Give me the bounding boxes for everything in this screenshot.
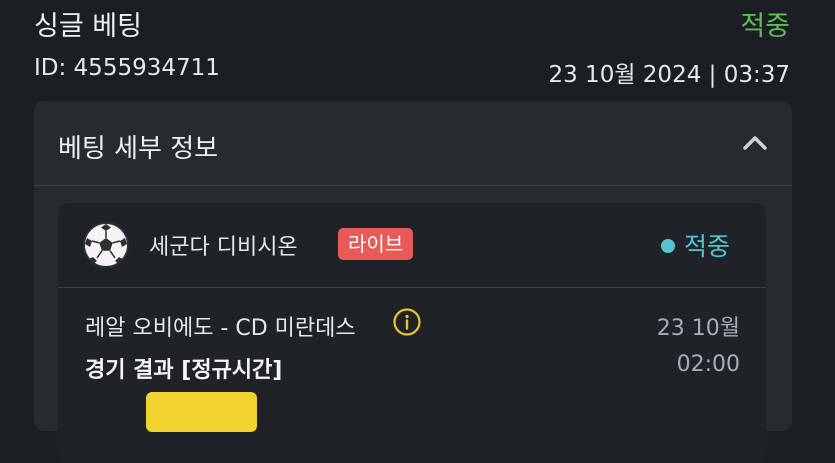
- result-dot-icon: [661, 239, 675, 253]
- bet-details-panel: 베팅 세부 정보 세군다 디비시온 라이브 적중 레알 오비에도 - CD 미란…: [34, 101, 792, 463]
- soccer-ball-icon: [83, 222, 129, 268]
- selection-card: 세군다 디비시온 라이브 적중 레알 오비에도 - CD 미란데스 23 10월…: [58, 203, 766, 463]
- selection-header: 세군다 디비시온 라이브 적중: [58, 203, 766, 288]
- pick-chip: [146, 392, 257, 432]
- bet-type-title: 싱글 베팅: [34, 11, 142, 42]
- match-time: 02:00: [676, 352, 740, 377]
- bet-details-header[interactable]: 베팅 세부 정보: [34, 101, 792, 186]
- league-name: 세군다 디비시온: [149, 235, 298, 260]
- market-name: 경기 결과 [정규시간]: [85, 358, 283, 383]
- live-badge: 라이브: [338, 228, 414, 260]
- bet-id: ID: 4555934711: [34, 55, 220, 81]
- match-date: 23 10월: [656, 316, 740, 341]
- info-icon[interactable]: [392, 307, 422, 337]
- selection-result: 적중: [684, 232, 731, 261]
- chevron-up-icon[interactable]: [740, 131, 770, 155]
- match-name: 레알 오비에도 - CD 미란데스: [85, 316, 356, 341]
- bet-details-title: 베팅 세부 정보: [58, 134, 219, 164]
- bet-status-label: 적중: [740, 11, 790, 42]
- bet-datetime: 23 10월 2024 | 03:37: [548, 62, 790, 88]
